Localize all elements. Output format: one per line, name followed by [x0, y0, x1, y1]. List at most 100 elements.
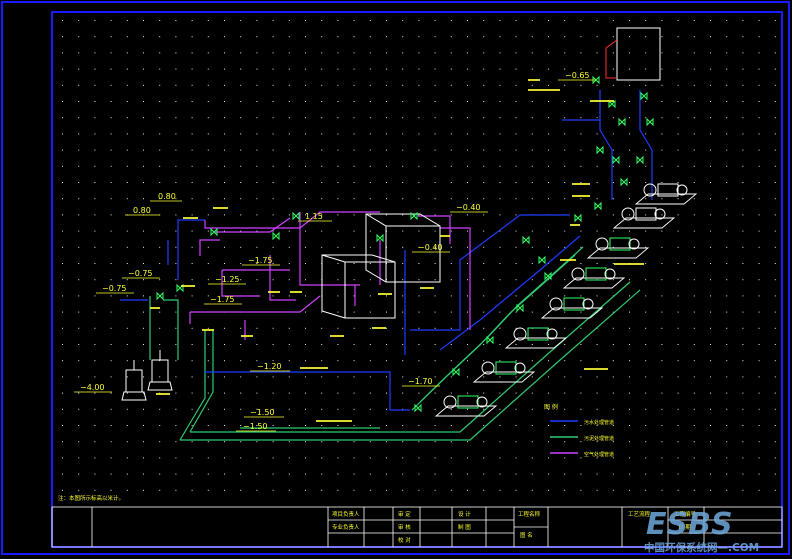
- grid-dot: [240, 457, 242, 459]
- grid-dot: [110, 230, 112, 232]
- grid-dot: [515, 376, 517, 378]
- grid-dot: [402, 117, 404, 119]
- grid-dot: [386, 117, 387, 119]
- grid-dot: [288, 392, 290, 394]
- grid-dot: [564, 327, 566, 329]
- grid-dot: [305, 473, 306, 475]
- grid-dot: [693, 457, 695, 459]
- grid-dot: [224, 360, 225, 362]
- valve-icon: [538, 255, 546, 265]
- grid-dot: [629, 408, 630, 410]
- grid-dot: [564, 392, 566, 394]
- grid-dot: [710, 408, 711, 410]
- valve-icon: [272, 231, 280, 241]
- grid-dot: [515, 230, 517, 232]
- grid-dot: [612, 344, 614, 345]
- grid-dot: [305, 489, 306, 491]
- grid-dot: [288, 198, 290, 200]
- grid-dot: [758, 392, 760, 394]
- grid-dot: [774, 20, 776, 21]
- grid-dot: [143, 52, 144, 54]
- grid-dot: [110, 84, 112, 86]
- grid-dot: [126, 425, 128, 426]
- grid-dot: [499, 117, 501, 119]
- grid-dot: [402, 198, 404, 200]
- grid-dot: [353, 311, 355, 313]
- grid-dot: [288, 230, 290, 232]
- grid-dot: [418, 425, 420, 426]
- grid-dot: [580, 101, 582, 102]
- grid-dot: [726, 392, 728, 394]
- grid-dot: [450, 376, 452, 378]
- grid-dot: [175, 68, 177, 70]
- grid-dot: [661, 457, 663, 459]
- grid-dot: [515, 20, 517, 21]
- grid-dot: [531, 36, 533, 38]
- grid-dot: [645, 392, 647, 394]
- grid-dot: [677, 52, 679, 54]
- grid-dot: [240, 327, 242, 329]
- grid-dot: [78, 165, 80, 167]
- grid-dot: [693, 68, 695, 70]
- grid-dot: [143, 149, 144, 151]
- grid-dot: [467, 360, 468, 362]
- grid-dot: [256, 327, 258, 329]
- grid-dot: [629, 295, 630, 297]
- grid-dot: [94, 457, 96, 459]
- grid-dot: [418, 36, 420, 38]
- grid-dot: [321, 68, 323, 70]
- grid-dot: [288, 360, 290, 362]
- grid-dot: [612, 165, 614, 167]
- grid-dot: [256, 198, 258, 200]
- grid-dot: [499, 52, 501, 54]
- grid-dot: [62, 20, 63, 21]
- grid-dot: [434, 182, 436, 183]
- grid-dot: [337, 230, 339, 232]
- grid-dot: [693, 408, 695, 410]
- grid-dot: [207, 246, 209, 248]
- pump-skid: [586, 237, 650, 259]
- grid-dot: [612, 279, 614, 281]
- grid-dot: [434, 52, 436, 54]
- grid-dot: [726, 68, 728, 70]
- grid-dot: [272, 376, 274, 378]
- grid-dot: [677, 36, 679, 38]
- valve-icon: [486, 335, 494, 345]
- grid-dot: [467, 473, 468, 475]
- grid-dot: [629, 214, 630, 216]
- grid-dot: [693, 425, 695, 426]
- grid-dot: [143, 279, 144, 281]
- grid-dot: [774, 165, 776, 167]
- grid-dot: [369, 246, 371, 248]
- grid-dot: [661, 133, 663, 135]
- grid-dot: [191, 149, 193, 151]
- grid-dot: [207, 425, 209, 426]
- grid-dot: [321, 360, 323, 362]
- grid-dot: [710, 52, 711, 54]
- grid-dot: [386, 36, 387, 38]
- grid-dot: [742, 344, 744, 345]
- grid-dot: [78, 408, 80, 410]
- grid-dot: [126, 279, 128, 281]
- grid-dot: [629, 376, 630, 378]
- grid-dot: [467, 376, 468, 378]
- grid-dot: [629, 344, 630, 345]
- grid-dot: [305, 20, 306, 21]
- grid-dot: [159, 36, 161, 38]
- grid-dot: [467, 311, 468, 313]
- grid-dot: [321, 101, 323, 102]
- grid-dot: [175, 473, 177, 475]
- grid-dot: [321, 165, 323, 167]
- grid-dot: [774, 311, 776, 313]
- grid-dot: [321, 246, 323, 248]
- grid-dot: [467, 230, 468, 232]
- grid-dot: [353, 165, 355, 167]
- grid-dot: [483, 198, 485, 200]
- grid-dot: [272, 20, 274, 21]
- grid-dot: [693, 473, 695, 475]
- grid-dot: [774, 101, 776, 102]
- grid-dot: [645, 489, 647, 491]
- grid-dot: [321, 311, 323, 313]
- grid-dot: [110, 36, 112, 38]
- grid-dot: [78, 311, 80, 313]
